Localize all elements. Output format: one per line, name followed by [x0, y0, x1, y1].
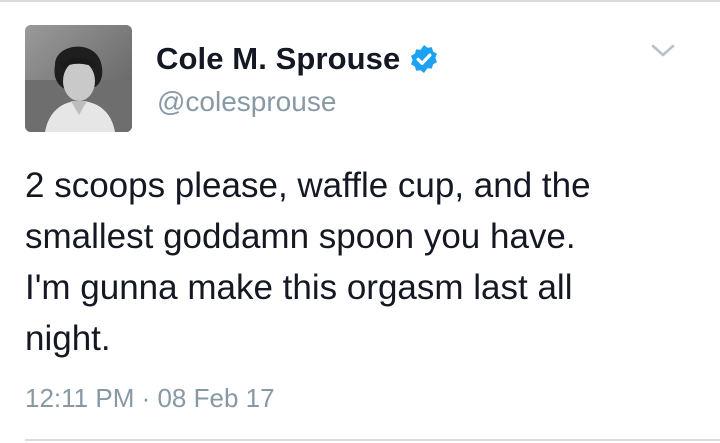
avatar[interactable] — [25, 25, 132, 132]
author-name-row: Cole M. Sprouse — [156, 38, 440, 80]
author-handle[interactable]: @colesprouse — [157, 86, 336, 118]
bottom-divider — [25, 439, 720, 441]
top-divider — [0, 0, 720, 2]
profile-photo-avatar-icon — [25, 25, 132, 132]
tweet-card: Cole M. Sprouse @colesprouse 2 scoops pl… — [0, 0, 720, 443]
display-name[interactable]: Cole M. Sprouse — [156, 41, 400, 77]
chevron-down-icon[interactable] — [650, 42, 676, 60]
verified-badge-icon — [408, 43, 440, 75]
tweet-text: 2 scoops please, waffle cup, and the sma… — [25, 166, 591, 358]
tweet-timestamp[interactable]: 12:11 PM · 08 Feb 17 — [25, 383, 275, 414]
